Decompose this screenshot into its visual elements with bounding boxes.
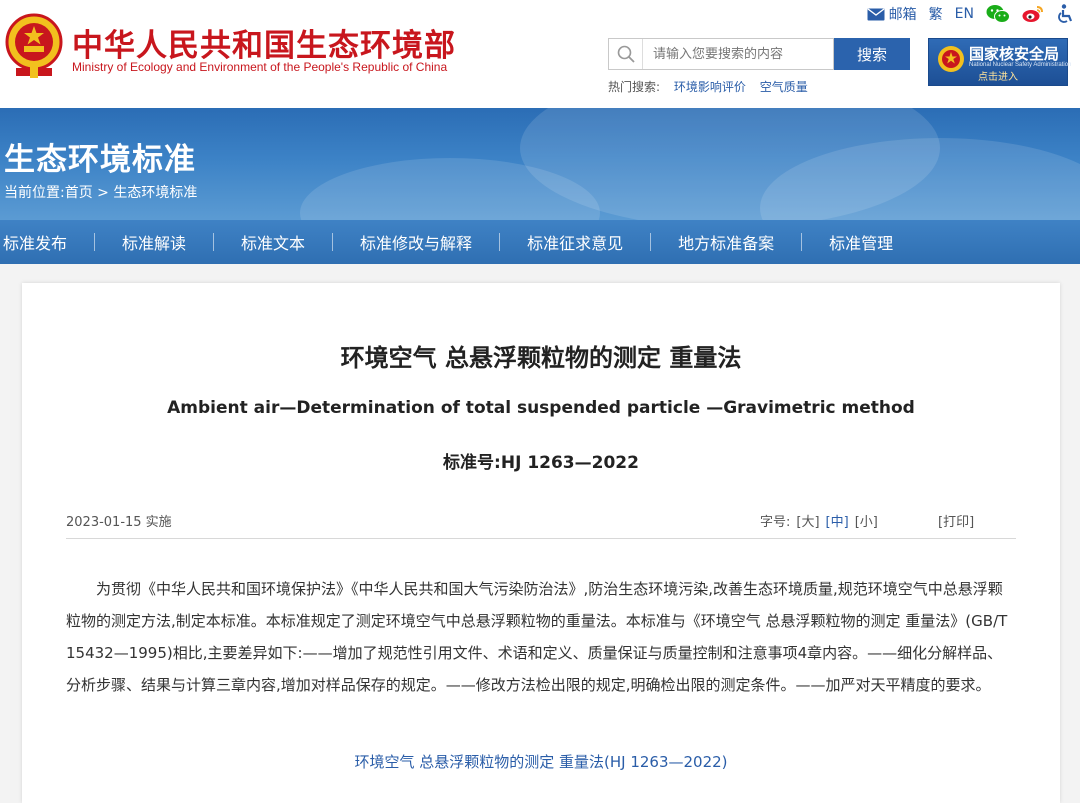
font-size-label: 字号:	[760, 515, 791, 530]
mail-link[interactable]: 邮箱	[867, 4, 917, 24]
font-size-small[interactable]: [小]	[855, 515, 878, 530]
nnsa-name-cn: 国家核安全局	[969, 45, 1060, 63]
top-links: 邮箱 繁 EN	[867, 4, 1074, 24]
nav-item-standard-consultation[interactable]: 标准征求意见	[500, 220, 650, 264]
accessibility-icon	[1058, 4, 1073, 23]
font-size-medium[interactable]: [中]	[826, 515, 849, 530]
article-card: 环境空气 总悬浮颗粒物的测定 重量法 Ambient air—Determina…	[22, 283, 1060, 803]
nav-item-standard-management[interactable]: 标准管理	[802, 220, 920, 264]
english-link[interactable]: EN	[955, 6, 974, 22]
hot-search-item[interactable]: 环境影响评价	[674, 80, 746, 94]
search-input[interactable]	[643, 39, 833, 69]
print-link[interactable]: [打印]	[938, 511, 974, 530]
hot-search-label: 热门搜索:	[608, 80, 661, 94]
hot-search: 热门搜索: 环境影响评价 空气质量	[608, 78, 818, 95]
article-title-cn: 环境空气 总悬浮颗粒物的测定 重量法	[340, 344, 742, 372]
site-title-en[interactable]: Ministry of Ecology and Environment of t…	[72, 60, 447, 74]
font-size-large[interactable]: [大]	[796, 515, 819, 530]
accessibility-link[interactable]	[1056, 4, 1074, 24]
wechat-link[interactable]	[986, 4, 1010, 24]
nav-item-local-standard-filing[interactable]: 地方标准备案	[651, 220, 801, 264]
search-box	[608, 38, 834, 70]
breadcrumb-separator: >	[97, 185, 109, 201]
article-body: 为贯彻《中华人民共和国环境保护法》《中华人民共和国大气污染防治法》,防治生态环境…	[66, 580, 1008, 694]
search-icon	[609, 39, 643, 69]
section-title: 生态环境标准	[4, 142, 196, 178]
breadcrumb: 当前位置:首页 > 生态环境标准	[4, 182, 197, 202]
search-button[interactable]: 搜索	[834, 38, 910, 70]
wechat-icon	[986, 5, 1010, 23]
nnsa-link-button[interactable]: 国家核安全局 National Nuclear Safety Administr…	[928, 38, 1071, 86]
breadcrumb-current[interactable]: 生态环境标准	[113, 185, 197, 201]
nav-item-standard-release[interactable]: 标准发布	[0, 220, 94, 264]
site-title-cn[interactable]: 中华人民共和国生态环境部	[72, 20, 456, 65]
nnsa-enter-label: 点击进入	[978, 72, 1018, 83]
main-nav: 标准发布 标准解读 标准文本 标准修改与解释 标准征求意见 地方标准备案 标准管…	[0, 220, 1080, 264]
site-header: 中华人民共和国生态环境部 Ministry of Ecology and Env…	[0, 0, 1080, 108]
weibo-icon	[1022, 6, 1043, 22]
mail-label: 邮箱	[888, 7, 917, 23]
section-banner: 生态环境标准 当前位置:首页 > 生态环境标准	[0, 108, 1080, 220]
nav-item-standard-text[interactable]: 标准文本	[214, 220, 332, 264]
national-emblem-icon	[5, 13, 63, 78]
breadcrumb-prefix: 当前位置:	[4, 185, 65, 201]
effective-date: 2023-01-15 实施	[66, 515, 172, 530]
standard-number: 标准号:HJ 1263—2022	[443, 453, 639, 473]
traditional-chinese-link[interactable]: 繁	[929, 4, 943, 24]
nav-item-standard-interpretation[interactable]: 标准解读	[95, 220, 213, 264]
nav-item-standard-amendment[interactable]: 标准修改与解释	[333, 220, 499, 264]
breadcrumb-home[interactable]: 首页	[65, 185, 93, 201]
font-size-switcher: 字号: [大] [中] [小]	[760, 511, 878, 530]
article-meta: 2023-01-15 实施 字号: [大] [中] [小] [打印]	[66, 509, 1016, 539]
weibo-link[interactable]	[1022, 5, 1044, 23]
mail-icon	[867, 7, 885, 20]
standard-document-link[interactable]: 环境空气 总悬浮颗粒物的测定 重量法(HJ 1263—2022)	[22, 751, 1060, 772]
article-title-en: Ambient air—Determination of total suspe…	[167, 398, 915, 418]
hot-search-item[interactable]: 空气质量	[760, 80, 808, 94]
